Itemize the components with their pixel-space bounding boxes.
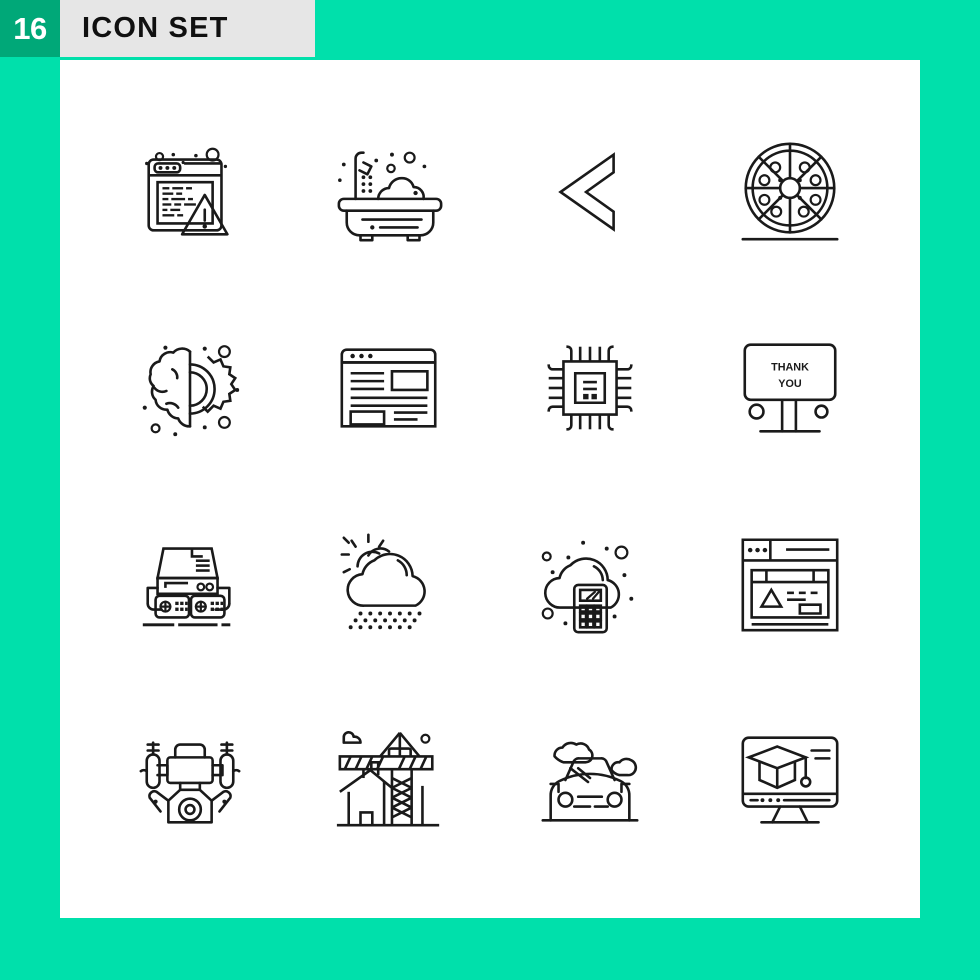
chevron-left-icon [561, 155, 614, 230]
icon-web-design[interactable] [690, 486, 890, 682]
pizza-icon [743, 144, 837, 239]
icon-pizza[interactable] [690, 94, 890, 290]
game-console-icon [142, 549, 231, 627]
construction-crane-icon [337, 732, 439, 825]
thank-you-board-icon: THANK YOU [745, 345, 835, 432]
icon-drone[interactable] [90, 682, 290, 878]
icon-grid: THANK YOU [60, 60, 920, 918]
cloud-calculator-icon [543, 540, 634, 632]
board-line-2: YOU [778, 378, 802, 390]
brain-gear-icon [142, 346, 240, 437]
cpu-chip-icon [549, 347, 632, 430]
drone-icon [141, 743, 239, 823]
icon-thank-you-board[interactable]: THANK YOU [690, 290, 890, 486]
title-block: ICON SET [60, 0, 315, 57]
bathtub-icon [338, 153, 441, 241]
icon-online-education[interactable] [690, 682, 890, 878]
icon-bathtub[interactable] [290, 94, 490, 290]
icon-count-badge: 16 [0, 0, 60, 57]
icon-construction-crane[interactable] [290, 682, 490, 878]
icon-cloud-calculator[interactable] [490, 486, 690, 682]
header-bar: 16 ICON SET [0, 0, 315, 57]
icon-cpu-chip[interactable] [490, 290, 690, 486]
icon-brain-gear[interactable] [90, 290, 290, 486]
icon-game-console[interactable] [90, 486, 290, 682]
web-design-icon [743, 540, 837, 630]
icon-web-code-error[interactable] [90, 94, 290, 290]
web-layout-icon [342, 350, 435, 427]
icon-sun-cloud-rain[interactable] [290, 486, 490, 682]
icon-car-front[interactable] [490, 682, 690, 878]
online-education-icon [743, 738, 837, 823]
board-line-1: THANK [771, 361, 809, 373]
web-code-error-icon [145, 149, 227, 235]
icon-web-layout[interactable] [290, 290, 490, 486]
car-front-icon [543, 743, 637, 820]
page-title: ICON SET [82, 12, 229, 44]
icon-chevron-left[interactable] [490, 94, 690, 290]
icon-panel: THANK YOU [60, 60, 920, 918]
sun-cloud-rain-icon [342, 535, 425, 630]
